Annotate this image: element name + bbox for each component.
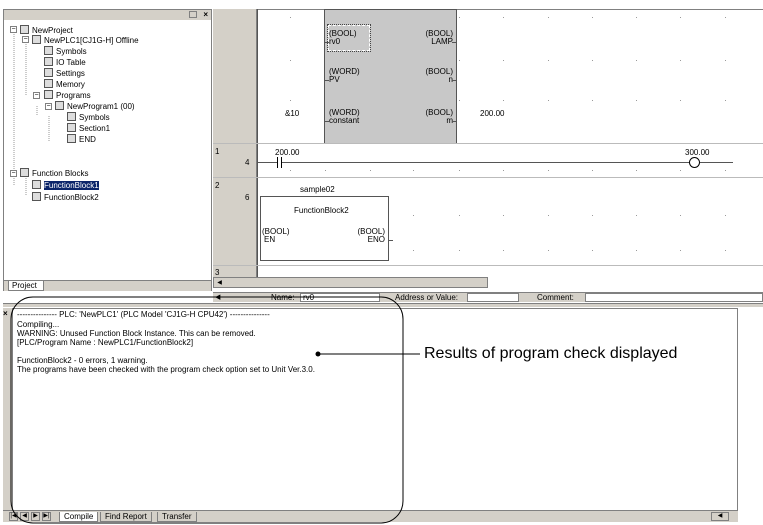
callout-overlay [10, 296, 420, 524]
callout-ellipse [10, 296, 404, 524]
callout-text: Results of program check displayed [424, 345, 678, 362]
callout-dot [315, 351, 321, 357]
